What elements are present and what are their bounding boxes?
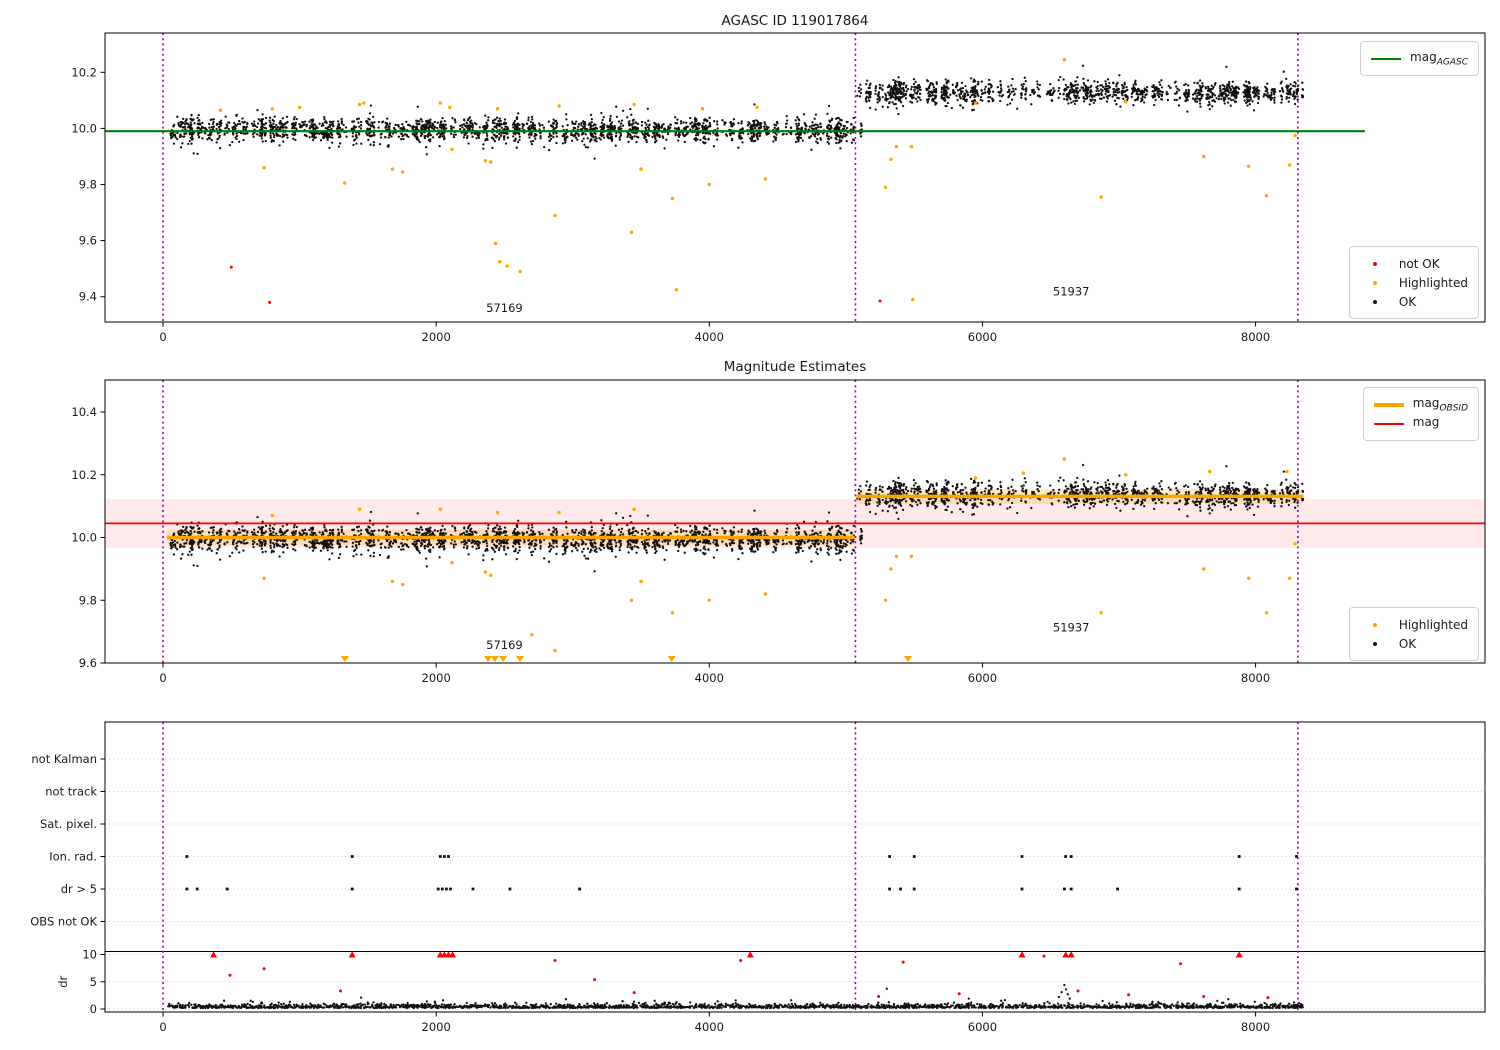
clipped-low-marker	[340, 656, 349, 662]
x-tick-label: 2000	[422, 330, 451, 344]
dr-clipped-marker	[1062, 951, 1070, 958]
x-tick-label: 8000	[1241, 671, 1270, 685]
red-line-swatch	[1373, 422, 1404, 425]
dr-tick-label: 0	[90, 1002, 97, 1016]
category-label: Sat. pixel.	[40, 817, 97, 831]
x-tick-label: 2000	[422, 671, 451, 685]
category-label: not track	[45, 785, 97, 799]
legend-item-highlighted: Highlighted	[1360, 615, 1468, 634]
x-tick-label: 0	[159, 1020, 166, 1034]
x-tick-label: 6000	[968, 671, 997, 685]
highlighted-points-group	[262, 457, 1297, 662]
not-ok-points-group	[229, 265, 882, 304]
x-tick-label: 6000	[968, 1020, 997, 1034]
legend-label: mag	[1412, 414, 1440, 429]
x-tick-label: 2000	[422, 1020, 451, 1034]
dr-clipped-marker	[1018, 951, 1026, 958]
legend-label: not OK	[1398, 256, 1440, 271]
y-tick-label: 10.0	[71, 531, 97, 545]
y-tick-label: 9.4	[79, 290, 97, 304]
dr-not-ok-group	[210, 951, 1270, 1000]
legend-item-ok: OK	[1360, 634, 1468, 653]
legend-item-ok: OK	[1360, 292, 1468, 311]
ok-points-group	[169, 64, 1305, 160]
category-label: dr > 5	[61, 882, 97, 896]
clipped-low-marker	[516, 656, 525, 662]
y-tick-label: 10.4	[71, 405, 97, 419]
x-tick-label: 4000	[695, 1020, 724, 1034]
clipped-low-marker	[490, 656, 499, 662]
dr-clipped-marker	[210, 951, 218, 958]
legend-item-mag-obsid: magOBSID	[1373, 395, 1468, 414]
middle-mag-plot: 0 2000 4000 6000 8000 9.6 9.8 10.0 10.2 10.4 57169…	[71, 379, 1486, 685]
legend-mid-markers: Highlighted OK	[1348, 607, 1479, 661]
legend-label: OK	[1398, 294, 1417, 309]
flags-dr-plot: 0 2000 4000 6000 8000 not Kalman not track Sat.…	[30, 721, 1486, 1034]
dr-axis-label: dr	[56, 975, 70, 987]
dr-clipped-marker	[746, 951, 754, 958]
orange-dot-swatch	[1360, 280, 1390, 285]
y-tick-label: 10.2	[71, 468, 97, 482]
y-tick-label: 10.2	[71, 65, 97, 79]
x-tick-label: 8000	[1241, 330, 1270, 344]
black-dot-swatch	[1360, 299, 1390, 304]
legend-item-mag-agasc: magAGASC	[1371, 49, 1468, 68]
top-plot-title: AGASC ID 119017864	[721, 13, 869, 29]
obsid-annotation: 51937	[1053, 284, 1090, 298]
category-label: Ion. rad.	[49, 850, 97, 864]
middle-plot-title: Magnitude Estimates	[723, 359, 867, 375]
dr-tick-label: 10	[82, 948, 97, 962]
orange-dot-swatch	[1360, 622, 1390, 627]
top-mag-plot: 0 2000 4000 6000 8000 9.4 9.6 9.8 10.0 10.2 57169 5…	[71, 32, 1486, 344]
obsid-annotation: 57169	[486, 301, 523, 315]
legend-label: magOBSID	[1412, 395, 1468, 414]
legend-top-markers: not OK Highlighted OK	[1348, 246, 1479, 319]
clipped-low-marker	[667, 656, 676, 662]
orange-line-swatch	[1373, 402, 1404, 407]
legend-item-mag: mag	[1373, 414, 1468, 433]
legend-item-not-ok: not OK	[1360, 254, 1468, 273]
category-label: OBS not OK	[30, 915, 97, 929]
legend-mag-agasc: magAGASC	[1360, 41, 1479, 76]
x-tick-label: 4000	[695, 330, 724, 344]
legend-label: Highlighted	[1398, 617, 1468, 632]
black-dot-swatch	[1360, 641, 1390, 646]
obsid-annotation: 57169	[486, 638, 523, 652]
x-tick-label: 8000	[1241, 1020, 1270, 1034]
green-line-swatch	[1371, 57, 1402, 60]
dr-tick-label: 5	[90, 975, 97, 989]
agasc-magnitude-figure: 0 2000 4000 6000 8000 9.4 9.6 9.8 10.0 10.2 57169 5…	[0, 0, 1500, 1050]
x-tick-label: 6000	[968, 330, 997, 344]
y-tick-label: 9.6	[79, 234, 97, 248]
legend-label: Highlighted	[1398, 275, 1468, 290]
y-tick-label: 10.0	[71, 121, 97, 135]
legend-label: magAGASC	[1410, 49, 1468, 68]
clipped-low-marker	[484, 656, 493, 662]
x-tick-label: 0	[159, 671, 166, 685]
y-tick-label: 9.6	[79, 656, 97, 670]
x-tick-label: 0	[159, 330, 166, 344]
x-tick-label: 4000	[695, 671, 724, 685]
y-tick-label: 9.8	[79, 178, 97, 192]
clipped-low-marker	[499, 656, 508, 662]
legend-item-highlighted: Highlighted	[1360, 273, 1468, 292]
flag-points-group	[185, 855, 1298, 891]
highlighted-points-group	[218, 58, 1297, 302]
red-dot-swatch	[1360, 261, 1390, 266]
legend-mid-lines: magOBSID mag	[1362, 387, 1479, 441]
y-tick-label: 9.8	[79, 593, 97, 607]
category-label: not Kalman	[31, 752, 97, 766]
clipped-low-marker	[904, 656, 913, 662]
dr-points-group	[167, 983, 1304, 1010]
obsid-annotation: 51937	[1053, 621, 1090, 635]
legend-label: OK	[1398, 636, 1417, 651]
plots-canvas: 0 2000 4000 6000 8000 9.4 9.6 9.8 10.0 10.2 57169 5…	[30, 32, 1486, 1034]
